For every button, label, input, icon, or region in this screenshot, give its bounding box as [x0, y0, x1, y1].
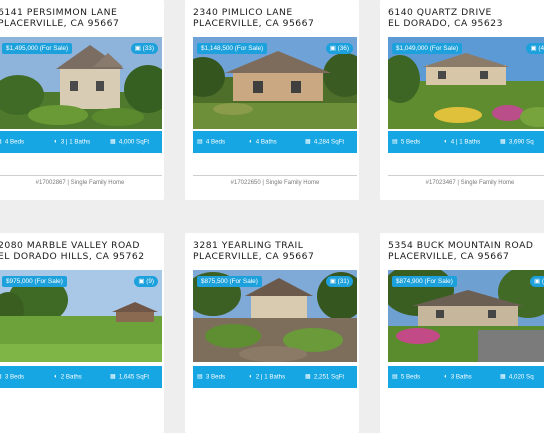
listing-address[interactable]: 6140 QUARTZ DRIVE EL DORADO, CA 95623: [388, 7, 544, 29]
address-line-1: 2080 MARBLE VALLEY ROAD: [0, 240, 140, 251]
sqft-value: 3,690 Sq: [508, 138, 534, 146]
photo-count-badge[interactable]: ▣ (31): [325, 276, 353, 287]
address-line-2: EL DORADO, CA 95623: [388, 18, 503, 29]
listing-photo[interactable]: $1,495,000 (For Sale) ▣ (33): [0, 37, 162, 129]
beds-count: 3 Beds: [205, 373, 226, 381]
price-badge: $975,000 (For Sale): [2, 276, 67, 287]
listing-meta: #17023467 | Single Family Home: [425, 180, 515, 186]
address-line-2: PLACERVILLE, CA 95667: [0, 18, 120, 29]
address-line-1: 6140 QUARTZ DRIVE: [388, 7, 492, 18]
price-badge: $1,049,000 (For Sale): [392, 43, 463, 54]
baths-count: 4 | 1 Baths: [450, 138, 481, 146]
floorplan-icon: ▦: [500, 138, 506, 145]
bed-icon: ▤: [0, 366, 2, 388]
listing-photo[interactable]: $975,000 (For Sale) ▣ (9): [0, 270, 162, 362]
bathtub-icon: ◐: [444, 373, 448, 380]
baths-count: 2 | 1 Baths: [255, 373, 286, 381]
listing-address[interactable]: 2080 MARBLE VALLEY ROAD EL DORADO HILLS,…: [0, 240, 160, 262]
baths-count: 3 | 1 Baths: [60, 138, 91, 146]
beds-count: 5 Beds: [400, 373, 421, 381]
listing-meta: #17022650 | Single Family Home: [230, 180, 320, 186]
photo-count-badge[interactable]: ▣ (9): [134, 276, 158, 287]
address-line-1: 2340 PIMLICO LANE: [193, 7, 293, 18]
listing-card[interactable]: 6140 QUARTZ DRIVE EL DORADO, CA 95623 $1…: [380, 0, 544, 200]
bathtub-icon: ◐: [249, 138, 253, 145]
sqft-value: 4,000 SqFt: [118, 138, 150, 146]
listing-address[interactable]: 6141 PERSIMMON LANE PLACERVILLE, CA 9566…: [0, 7, 160, 29]
address-line-2: PLACERVILLE, CA 95667: [193, 18, 315, 29]
photo-count-badge[interactable]: ▣ (33): [130, 43, 158, 54]
photo-count-badge[interactable]: ▣ (: [530, 276, 544, 287]
beds-count: 3 Beds: [4, 373, 25, 381]
address-line-2: PLACERVILLE, CA 95667: [193, 251, 315, 262]
sqft-value: 2,251 SqFt: [313, 373, 345, 381]
listing-card[interactable]: 5354 BUCK MOUNTAIN ROAD PLACERVILLE, CA …: [380, 233, 544, 433]
photo-count-badge[interactable]: ▣ (4: [526, 43, 544, 54]
listing-photo[interactable]: $1,049,000 (For Sale) ▣ (4: [388, 37, 544, 129]
bathtub-icon: ◐: [444, 138, 448, 145]
bed-icon: ▤: [197, 373, 203, 380]
price-badge: $1,495,000 (For Sale): [2, 43, 73, 54]
address-line-2: PLACERVILLE, CA 95667: [388, 251, 510, 262]
floorplan-icon: ▦: [305, 138, 311, 145]
listing-card[interactable]: 2080 MARBLE VALLEY ROAD EL DORADO HILLS,…: [0, 233, 164, 433]
listing-address[interactable]: 2340 PIMLICO LANE PLACERVILLE, CA 95667: [193, 7, 355, 29]
price-badge: $875,500 (For Sale): [197, 276, 262, 287]
price-badge: $1,148,500 (For Sale): [197, 43, 268, 54]
photo-count-badge[interactable]: ▣ (36): [325, 43, 353, 54]
address-line-2: EL DORADO HILLS, CA 95762: [0, 251, 145, 262]
listing-address[interactable]: 3281 YEARLING TRAIL PLACERVILLE, CA 9566…: [193, 240, 355, 262]
stats-bar: ▤3 Beds ◐2 Baths ▦1,645 SqFt: [0, 366, 162, 388]
bathtub-icon: ◐: [54, 138, 58, 145]
floorplan-icon: ▦: [110, 138, 116, 145]
stats-bar: ▤ 4 Beds ◐ 4 Baths ▦ 4,284 SqFt: [193, 131, 357, 153]
listing-card[interactable]: 2340 PIMLICO LANE PLACERVILLE, CA 95667 …: [185, 0, 359, 200]
stats-bar: ▤ 3 Beds ◐ 2 | 1 Baths ▦ 2,251 SqFt: [193, 366, 357, 388]
bed-icon: ▤: [392, 373, 398, 380]
address-line-1: 5354 BUCK MOUNTAIN ROAD: [388, 240, 534, 251]
bed-icon: ▤: [392, 138, 398, 145]
baths-count: 2 Baths: [60, 373, 82, 381]
bathtub-icon: ◐: [249, 373, 253, 380]
listing-card[interactable]: 3281 YEARLING TRAIL PLACERVILLE, CA 9566…: [185, 233, 359, 433]
beds-count: 5 Beds: [400, 138, 421, 146]
listing-card[interactable]: 6141 PERSIMMON LANE PLACERVILLE, CA 9566…: [0, 0, 164, 200]
bathtub-icon: ◐: [54, 373, 58, 380]
card-divider: [388, 175, 544, 176]
beds-count: 4 Beds: [205, 138, 226, 146]
card-divider: [0, 175, 162, 176]
beds-count: 4 Beds: [4, 138, 25, 146]
stats-bar: ▤4 Beds ◐3 | 1 Baths ▦4,000 SqFt: [0, 131, 162, 153]
price-badge: $874,900 (For Sale): [392, 276, 457, 287]
sqft-value: 4,284 SqFt: [313, 138, 345, 146]
sqft-value: 1,645 SqFt: [118, 373, 150, 381]
stats-bar: ▤ 5 Beds ◐ 3 Baths ▦ 4,020 Sq: [388, 366, 544, 388]
baths-count: 4 Baths: [255, 138, 277, 146]
card-divider: [193, 175, 357, 176]
floorplan-icon: ▦: [500, 373, 506, 380]
listing-photo[interactable]: $874,900 (For Sale) ▣ (: [388, 270, 544, 362]
floorplan-icon: ▦: [110, 373, 116, 380]
listing-photo[interactable]: $1,148,500 (For Sale) ▣ (36): [193, 37, 357, 129]
baths-count: 3 Baths: [450, 373, 472, 381]
bed-icon: ▤: [0, 131, 2, 153]
floorplan-icon: ▦: [305, 373, 311, 380]
listing-meta: #17002867 | Single Family Home: [35, 180, 125, 186]
bed-icon: ▤: [197, 138, 203, 145]
stats-bar: ▤ 5 Beds ◐ 4 | 1 Baths ▦ 3,690 Sq: [388, 131, 544, 153]
sqft-value: 4,020 Sq: [508, 373, 534, 381]
address-line-1: 3281 YEARLING TRAIL: [193, 240, 304, 251]
listing-photo[interactable]: $875,500 (For Sale) ▣ (31): [193, 270, 357, 362]
address-line-1: 6141 PERSIMMON LANE: [0, 7, 118, 18]
listing-address[interactable]: 5354 BUCK MOUNTAIN ROAD PLACERVILLE, CA …: [388, 240, 544, 262]
